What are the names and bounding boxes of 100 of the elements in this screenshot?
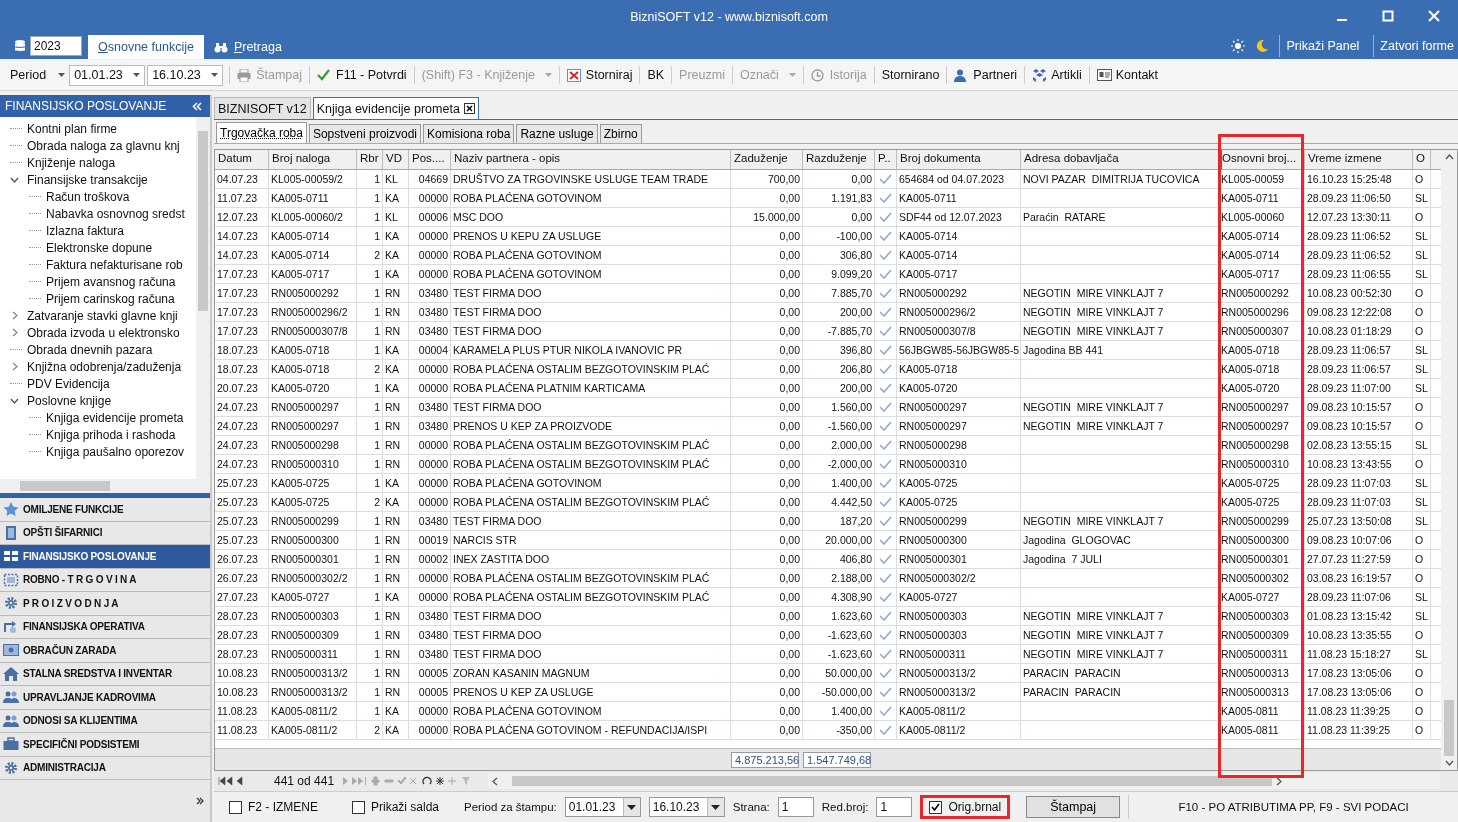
tree-item[interactable]: Zatvaranje stavki glavne knji (27, 308, 178, 323)
vertical-scrollbar[interactable] (196, 117, 210, 479)
tree-item[interactable]: Poslovne knjige (27, 393, 112, 408)
maximize-icon[interactable] (1382, 10, 1394, 22)
column-header[interactable]: VD (383, 150, 409, 169)
module-button[interactable]: SPECIFIČNI PODSISTEMI (0, 733, 210, 757)
sub-tab[interactable]: Zbirno (599, 124, 642, 143)
caret-icon[interactable] (627, 804, 637, 810)
tree-item[interactable]: PDV Evidencija (27, 376, 110, 391)
expand-panel-icon[interactable] (196, 797, 204, 805)
sub-tab[interactable]: Trgovačka roba (216, 122, 307, 143)
ribbon-button[interactable]: Zatvori forme (1373, 35, 1458, 57)
tree-item[interactable]: Obrada izvoda u elektronsko (27, 325, 180, 340)
sub-tab[interactable]: Sopstveni proizvodi (308, 124, 421, 143)
checkbox[interactable]: F2 - IZMENE (220, 795, 327, 819)
column-header[interactable]: Rbr (357, 150, 383, 169)
tree-item[interactable]: Faktura nefakturisane rob (46, 257, 183, 272)
column-header[interactable]: Datum (215, 150, 269, 169)
toolbar-button[interactable]: Artikli (1029, 68, 1085, 82)
date-from-field[interactable]: 01.01.23 (69, 64, 146, 86)
column-header[interactable]: Vreme izmene (1305, 150, 1413, 169)
scroll-up-icon[interactable] (1444, 154, 1454, 160)
dropdown-button[interactable] (706, 798, 724, 816)
tree-item[interactable]: Knjiga prihoda i rashoda (46, 427, 176, 442)
scrollbar-thumb[interactable] (1444, 700, 1454, 756)
tree-item[interactable]: Knjižna odobrenja/zaduženja (27, 359, 182, 374)
tree-item[interactable]: Obrada naloga za glavnu knj (27, 138, 180, 153)
horizontal-scrollbar[interactable] (0, 479, 210, 493)
expand-icon[interactable] (10, 362, 19, 371)
toolbar-button[interactable]: BK (644, 68, 668, 82)
tree-item[interactable]: Račun troškova (46, 189, 130, 204)
document-tab[interactable]: BIZNISOFT v12 (214, 97, 311, 119)
date-field[interactable]: 16.10.23 (648, 797, 725, 817)
sun-icon[interactable] (1231, 39, 1246, 53)
sub-tab[interactable]: Razne usluge (516, 124, 598, 143)
period-dropdown[interactable]: Period (10, 68, 47, 82)
tree-item[interactable]: Kontni plan firme (27, 121, 118, 136)
date-to-field[interactable]: 16.10.23 (147, 64, 224, 86)
toolbar-button[interactable]: F11 - Potvrdi (314, 68, 410, 82)
document-tab[interactable]: Knjiga evidencije prometa (312, 97, 479, 119)
tree-item[interactable]: Obrada dnevnih pazara (27, 342, 153, 357)
column-header[interactable]: Razduženje (803, 150, 875, 169)
expand-icon[interactable] (10, 397, 19, 404)
moon-icon[interactable] (1255, 39, 1270, 53)
checkbox[interactable]: Prikaži salda (343, 795, 449, 819)
caret-icon[interactable] (211, 73, 219, 77)
tree-item[interactable]: Knjiga evidencije prometa (46, 410, 184, 425)
ribbon-tab[interactable]: Pretraga (203, 35, 292, 59)
column-header[interactable]: Osnovni broj... (1219, 150, 1305, 169)
tree-item[interactable]: Finansijske transakcije (27, 172, 148, 187)
module-button[interactable]: OPŠTI ŠIFARNICI (0, 521, 210, 545)
input-field[interactable]: 1 (876, 797, 913, 817)
expand-icon[interactable] (10, 176, 19, 183)
ribbon-button[interactable]: Prikaži Panel (1279, 35, 1364, 57)
column-header[interactable]: Broj dokumenta (897, 150, 1021, 169)
ribbon-tab[interactable]: Osnovne funkcije (88, 35, 204, 59)
tree-item[interactable]: Prijem avansnog računa (46, 274, 176, 289)
input-field[interactable]: 1 (777, 797, 814, 817)
column-header[interactable]: O (1413, 150, 1431, 169)
tree-item[interactable]: Izlazna faktura (46, 223, 125, 238)
tree-item[interactable]: Knjiga paušalno oporezov (46, 444, 185, 459)
column-header[interactable]: Broj naloga (269, 150, 357, 169)
toolbar-button[interactable]: Partneri (951, 68, 1021, 82)
toolbar-button[interactable]: Kontakt (1093, 68, 1162, 82)
module-button[interactable]: FINANSIJSKO POSLOVANJE (0, 545, 210, 569)
year-field[interactable]: 2023 (30, 36, 82, 56)
tree-item[interactable]: Elektronske dopune (46, 240, 153, 255)
module-button[interactable]: OMILJENE FUNKCIJE (0, 498, 210, 522)
tree-item[interactable]: Prijem carinskog računa (46, 291, 175, 306)
module-button[interactable]: OBRAČUN ZARADA (0, 639, 210, 663)
expand-icon[interactable] (10, 328, 19, 337)
column-header[interactable]: P.. (875, 150, 897, 169)
scroll-down-icon[interactable] (1444, 760, 1454, 766)
print-button[interactable]: Štampaj (1026, 796, 1121, 818)
column-header[interactable]: Adresa dobavljača (1021, 150, 1219, 169)
collapse-icon[interactable] (192, 101, 202, 111)
scroll-right-icon[interactable] (1276, 776, 1283, 786)
sub-tab[interactable]: Komisiona roba (423, 124, 515, 143)
dropdown-button[interactable] (622, 798, 640, 816)
expand-icon[interactable] (10, 311, 19, 320)
column-header[interactable]: Naziv partnera - opis (451, 150, 731, 169)
caret-icon[interactable] (711, 804, 721, 810)
module-button[interactable]: STALNA SREDSTVA I INVENTAR (0, 662, 210, 686)
module-button[interactable]: FINANSIJSKA OPERATIVA (0, 615, 210, 639)
tree-item[interactable]: Knjiženje naloga (27, 155, 116, 170)
module-button[interactable]: ADMINISTRACIJA (0, 756, 210, 780)
module-button[interactable]: UPRAVLJANJE KADROVIMA (0, 686, 210, 710)
tree-item[interactable]: Nabavka osnovnog sredst (46, 206, 185, 221)
module-button[interactable]: ODNOSI SA KLIJENTIMA (0, 709, 210, 733)
vertical-scrollbar[interactable] (1441, 150, 1457, 770)
caret-icon[interactable] (58, 73, 66, 77)
toolbar-button[interactable]: Stornirano (878, 68, 943, 82)
column-header[interactable]: Pos.... (409, 150, 451, 169)
module-button[interactable]: P R O I Z V O D N J A (0, 592, 210, 616)
caret-icon[interactable] (133, 73, 141, 77)
column-header[interactable]: Zaduženje (731, 150, 803, 169)
toolbar-button[interactable]: Storniraj (563, 68, 636, 82)
horizontal-scrollbar[interactable] (488, 773, 1440, 789)
scroll-left-icon[interactable] (492, 776, 499, 786)
module-button[interactable]: ROBNO - T R G O V I N A (0, 568, 210, 592)
